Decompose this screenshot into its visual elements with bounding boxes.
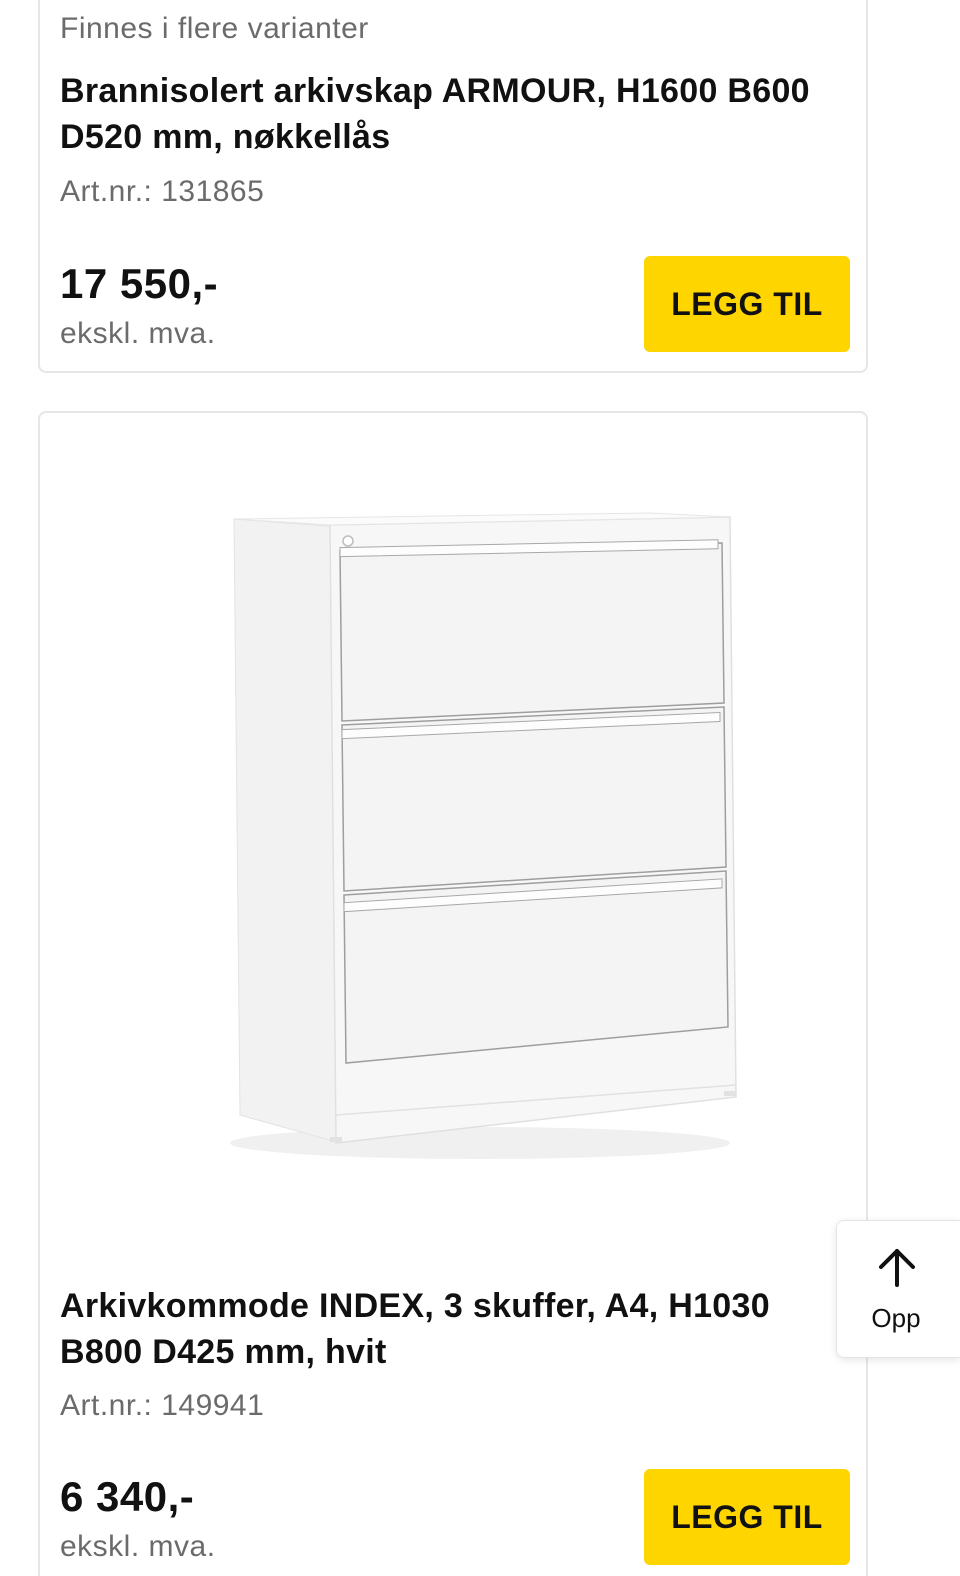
product-title[interactable]: Brannisolert arkivskap ARMOUR, H1600 B60… [60, 68, 850, 160]
article-number: Art.nr.: 149941 [60, 1389, 265, 1422]
arrow-up-icon [879, 1249, 915, 1287]
product-card[interactable]: Arkivkommode INDEX, 3 skuffer, A4, H1030… [38, 411, 868, 1576]
scroll-to-top-button[interactable]: Opp [836, 1220, 960, 1358]
product-list-page: Finnes i flere varianter Brannisolert ar… [0, 0, 960, 1576]
vat-note: ekskl. mva. [60, 317, 216, 350]
add-to-cart-button[interactable]: LEGG TIL [644, 256, 850, 352]
product-image[interactable] [180, 503, 740, 1163]
product-price: 17 550,- [60, 260, 219, 307]
add-to-cart-button[interactable]: LEGG TIL [644, 1469, 850, 1565]
vat-note: ekskl. mva. [60, 1530, 216, 1563]
product-card[interactable]: Finnes i flere varianter Brannisolert ar… [38, 0, 868, 373]
product-title[interactable]: Arkivkommode INDEX, 3 skuffer, A4, H1030… [60, 1283, 850, 1375]
article-number: Art.nr.: 131865 [60, 175, 265, 208]
variant-note: Finnes i flere varianter [60, 12, 369, 45]
product-price: 6 340,- [60, 1473, 195, 1520]
scroll-to-top-label: Opp [871, 1303, 921, 1333]
